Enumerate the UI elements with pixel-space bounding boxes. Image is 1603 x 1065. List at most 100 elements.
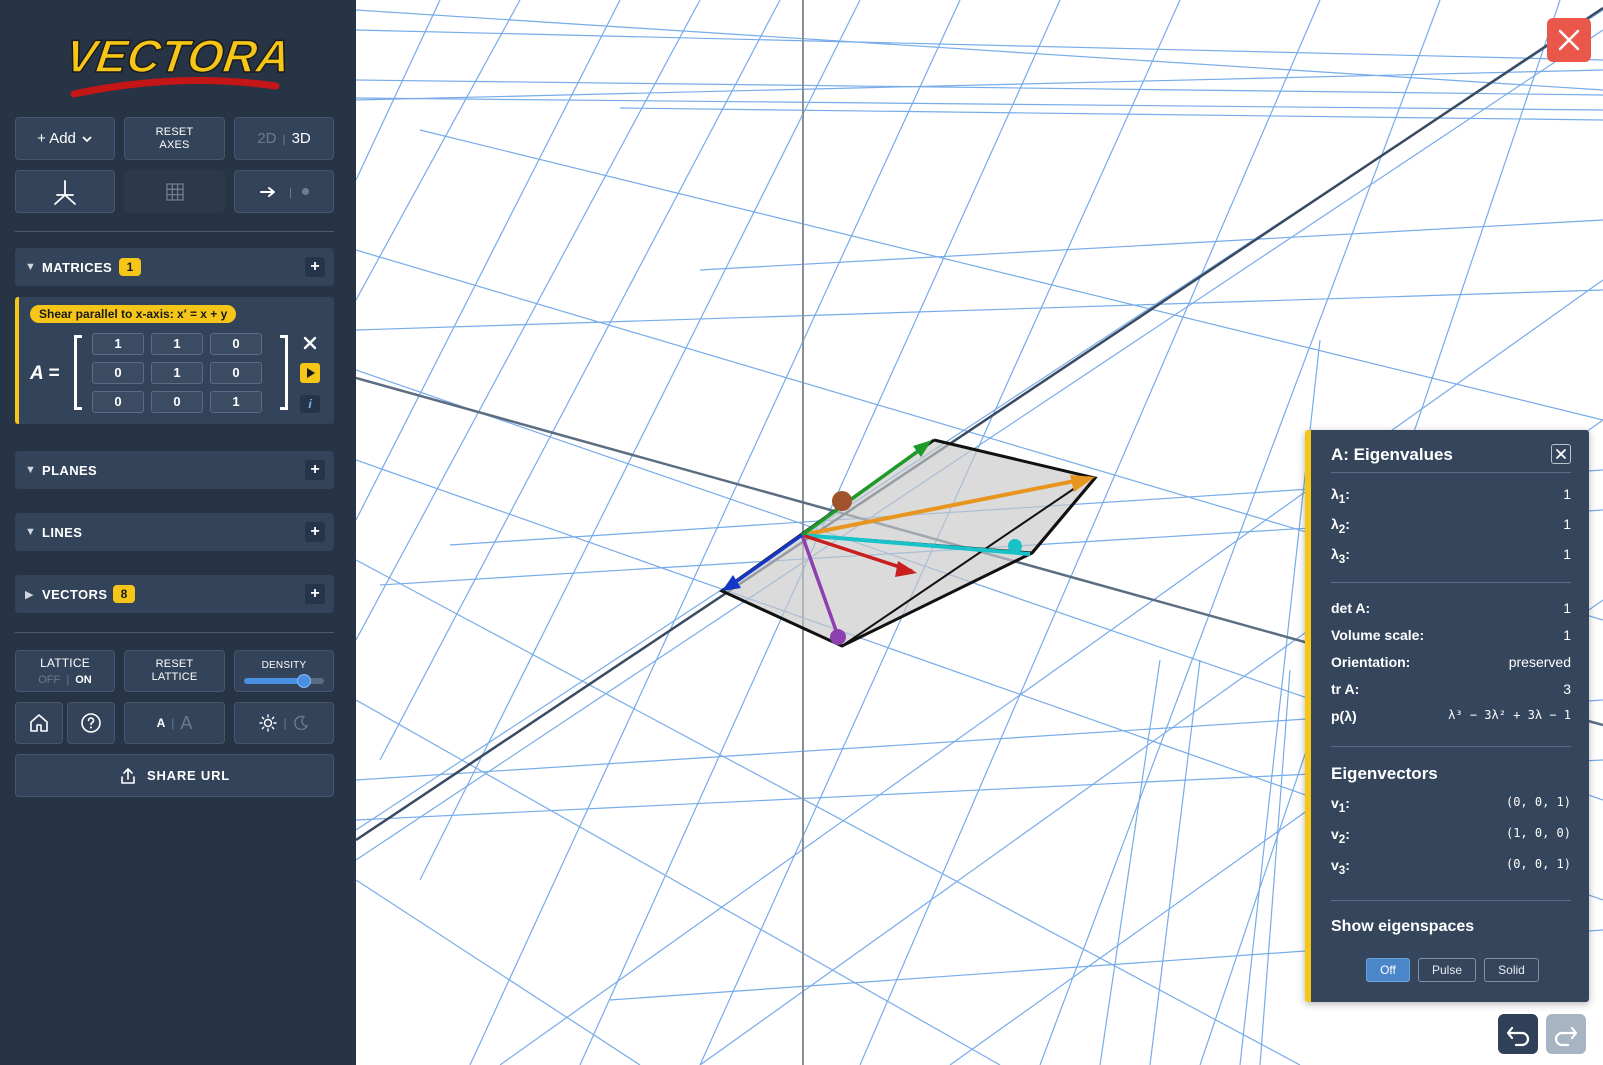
vector-display-toggle[interactable]: | [234, 170, 334, 213]
moon-icon[interactable] [293, 715, 309, 731]
matrix-cell-0-1[interactable]: 1 [151, 333, 203, 355]
orientation-row: Orientation: preserved [1331, 654, 1571, 672]
font-size-toggle[interactable]: A | A [124, 702, 225, 744]
eigenvector-colon: : [1345, 795, 1350, 811]
volume-scale-label: Volume scale: [1331, 627, 1425, 643]
density-slider[interactable] [244, 673, 324, 688]
matrix-name-label: A = [30, 363, 60, 384]
grid-line [356, 9, 1603, 91]
matrix-cell-1-2[interactable]: 0 [210, 362, 262, 384]
eigenvector-row-2: v2: (1, 0, 0) [1331, 826, 1571, 846]
font-large[interactable]: A [180, 713, 192, 734]
eigenvector-label: v2: [1331, 826, 1350, 846]
delete-matrix-button[interactable] [300, 333, 320, 353]
grid-line [1149, 659, 1201, 1065]
matrix-card: Shear parallel to x-axis: x′ = x + y A =… [15, 297, 334, 424]
eigenvector-symbol: v [1331, 826, 1339, 842]
vectors-section-header[interactable]: ▶ VECTORS 8 + [15, 575, 334, 613]
theme-toggle[interactable]: | [234, 702, 334, 744]
matrix-cell-1-0[interactable]: 0 [92, 362, 144, 384]
arrow-icon[interactable] [259, 185, 279, 199]
planes-section-header[interactable]: ▼ PLANES + [15, 451, 334, 489]
caret-down-icon[interactable]: ▼ [25, 526, 36, 538]
panel-title: A: Eigenvalues [1331, 445, 1453, 464]
add-line-button[interactable]: + [305, 522, 325, 542]
vectors-label: VECTORS [42, 587, 108, 602]
undo-button[interactable] [1498, 1014, 1538, 1054]
point-icon[interactable] [302, 188, 310, 195]
matrix-cell-2-0[interactable]: 0 [92, 391, 144, 413]
sun-icon[interactable] [259, 714, 278, 732]
matrix-cell-1-1[interactable]: 1 [151, 362, 203, 384]
planes-label: PLANES [42, 463, 98, 478]
eigenvector-value: (1, 0, 0) [1505, 826, 1571, 840]
play-icon [307, 368, 315, 378]
caret-right-icon[interactable]: ▶ [25, 588, 33, 601]
close-icon [303, 336, 317, 350]
eigenspace-off-button[interactable]: Off [1366, 958, 1410, 982]
help-icon [81, 713, 101, 733]
add-vector-button[interactable]: + [305, 584, 325, 604]
caret-down-icon[interactable]: ▼ [25, 261, 36, 273]
help-button[interactable] [67, 702, 115, 744]
density-control: DENSITY [234, 650, 334, 692]
point-separator: | [288, 184, 293, 199]
lattice-on[interactable]: ON [75, 674, 92, 686]
left-bracket [74, 335, 82, 410]
matrix-cell-0-0[interactable]: 1 [92, 333, 144, 355]
eigenvector-colon: : [1345, 826, 1350, 842]
matrix-info-button[interactable]: i [300, 395, 320, 413]
lines-label: LINES [42, 525, 83, 540]
eigenvector-colon: : [1345, 857, 1350, 873]
apply-matrix-button[interactable] [300, 363, 320, 383]
eigenvalue-symbol: λ [1331, 486, 1339, 502]
mode-3d[interactable]: 3D [292, 130, 311, 147]
reset-lattice-button[interactable]: RESET LATTICE [124, 650, 225, 692]
eigenvector-symbol: v [1331, 857, 1339, 873]
matrices-section-header[interactable]: ▼ MATRICES 1 + [15, 248, 334, 286]
close-view-button[interactable] [1547, 18, 1591, 62]
eigenspace-solid-button[interactable]: Solid [1484, 958, 1539, 982]
lattice-toggle[interactable]: LATTICE OFF | ON [15, 650, 115, 692]
eigenvalue-value: 1 [1563, 486, 1571, 502]
density-slider-handle[interactable] [297, 673, 311, 688]
grid-line [379, 0, 781, 761]
grid-line [356, 0, 441, 181]
matrix-cell-2-2[interactable]: 1 [210, 391, 262, 413]
font-small[interactable]: A [157, 716, 166, 730]
grid-line [619, 107, 1603, 121]
grid-toggle-button[interactable] [124, 170, 225, 213]
mode-2d[interactable]: 2D [257, 130, 276, 147]
grid-line [356, 879, 641, 1065]
eigenvalue-label: λ3: [1331, 546, 1350, 566]
grid-line [356, 699, 1001, 1065]
divider [1331, 472, 1571, 473]
determinant-label: det A: [1331, 600, 1371, 616]
home-button[interactable] [15, 702, 63, 744]
eigenvalue-label: λ2: [1331, 516, 1350, 536]
lattice-off[interactable]: OFF [38, 674, 60, 686]
redo-button[interactable] [1546, 1014, 1586, 1054]
reset-axes-button[interactable]: RESET AXES [124, 117, 225, 160]
eigenspace-pulse-button[interactable]: Pulse [1418, 958, 1476, 982]
dimension-toggle[interactable]: 2D | 3D [234, 117, 334, 160]
add-button[interactable]: + Add [15, 117, 115, 160]
lines-section-header[interactable]: ▼ LINES + [15, 513, 334, 551]
point-cyan[interactable] [1008, 539, 1022, 553]
divider [15, 231, 334, 232]
add-plane-button[interactable]: + [305, 460, 325, 480]
share-url-button[interactable]: SHARE URL [15, 754, 334, 797]
matrix-cell-0-2[interactable]: 0 [210, 333, 262, 355]
caret-down-icon[interactable]: ▼ [25, 464, 36, 476]
point-brown[interactable] [832, 491, 852, 511]
panel-close-button[interactable] [1551, 444, 1571, 464]
eigenvalue-row-3: λ3: 1 [1331, 546, 1571, 566]
add-matrix-button[interactable]: + [305, 257, 325, 277]
matrix-cell-2-1[interactable]: 0 [151, 391, 203, 413]
axes-toggle-button[interactable] [15, 170, 115, 213]
grid-line [699, 219, 1603, 271]
close-icon [1556, 449, 1566, 459]
add-label: + Add [37, 130, 76, 147]
orientation-label: Orientation: [1331, 654, 1411, 670]
point-purple[interactable] [830, 629, 846, 645]
